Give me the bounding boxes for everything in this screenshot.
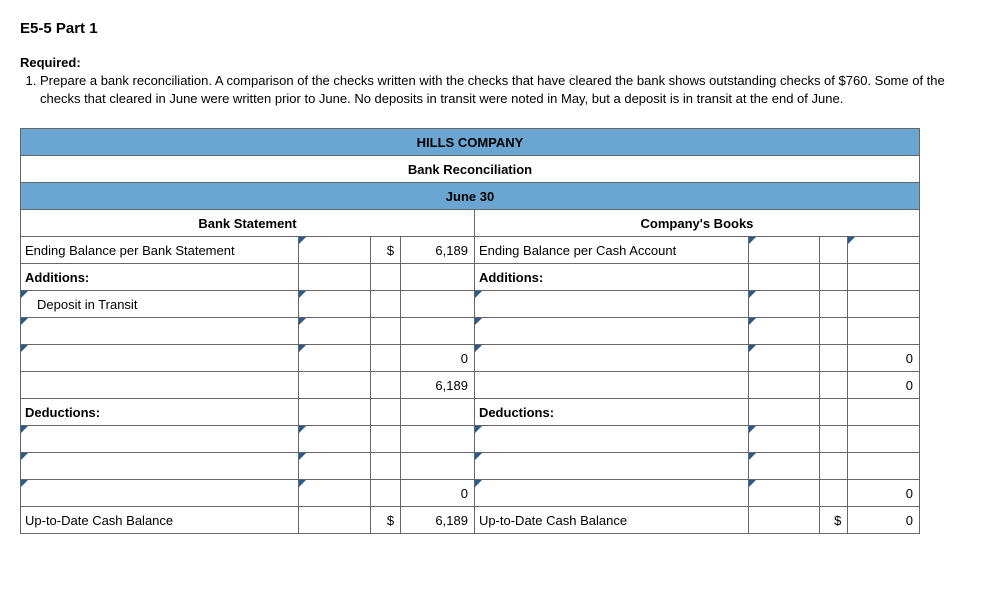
cell[interactable] [21,453,299,480]
cell[interactable] [748,318,820,345]
instruction-block: Prepare a bank reconciliation. A compari… [20,72,962,108]
deductions-label-co: Deductions: [474,399,748,426]
page-title: E5-5 Part 1 [20,20,962,37]
date-header: June 30 [21,183,920,210]
additions-total-co: 0 [848,372,920,399]
cell[interactable] [299,318,371,345]
instruction-text: Prepare a bank reconciliation. A compari… [40,72,962,108]
uptodate-amount-bank: 6,189 [401,507,475,534]
bank-statement-col: Bank Statement [21,210,475,237]
cell[interactable] [474,453,748,480]
required-label: Required: [20,55,962,70]
cell[interactable] [748,480,820,507]
cell[interactable] [748,453,820,480]
additions-label-co: Additions: [474,264,748,291]
additions-label-bank: Additions: [21,264,299,291]
dollar-sign: $ [370,507,400,534]
bank-ending-amount: 6,189 [401,237,475,264]
row-ending-cash: Ending Balance per Cash Account [474,237,748,264]
cell[interactable] [474,291,748,318]
cell[interactable] [299,480,371,507]
company-books-col: Company's Books [474,210,919,237]
cell[interactable] [299,291,371,318]
cell[interactable] [748,345,820,372]
additions-subtotal-co: 0 [848,345,920,372]
cell[interactable] [21,426,299,453]
cell[interactable] [21,480,299,507]
cell[interactable] [748,426,820,453]
additions-total-bank: 6,189 [401,372,475,399]
cell[interactable] [474,345,748,372]
dollar-sign: $ [370,237,400,264]
cell[interactable] [299,237,371,264]
cell [820,237,848,264]
deposit-in-transit-label[interactable]: Deposit in Transit [21,291,299,318]
cell[interactable] [21,345,299,372]
cell[interactable] [299,453,371,480]
uptodate-label-bank: Up-to-Date Cash Balance [21,507,299,534]
company-header: HILLS COMPANY [21,129,920,156]
cell[interactable] [299,345,371,372]
cash-ending-amount[interactable] [848,237,920,264]
dollar-sign: $ [820,507,848,534]
additions-subtotal-bank: 0 [401,345,475,372]
cell[interactable] [299,426,371,453]
deductions-label-bank: Deductions: [21,399,299,426]
deductions-subtotal-bank: 0 [401,480,475,507]
cell[interactable] [474,480,748,507]
uptodate-label-co: Up-to-Date Cash Balance [474,507,748,534]
cell[interactable] [474,318,748,345]
deductions-subtotal-co: 0 [848,480,920,507]
cell[interactable] [748,291,820,318]
uptodate-amount-co: 0 [848,507,920,534]
doc-header: Bank Reconciliation [21,156,920,183]
row-ending-bank: Ending Balance per Bank Statement [21,237,299,264]
cell[interactable] [748,237,820,264]
reconciliation-table: HILLS COMPANY Bank Reconciliation June 3… [20,128,920,534]
cell-dotted[interactable] [299,264,371,291]
cell[interactable] [474,426,748,453]
cell[interactable] [21,318,299,345]
